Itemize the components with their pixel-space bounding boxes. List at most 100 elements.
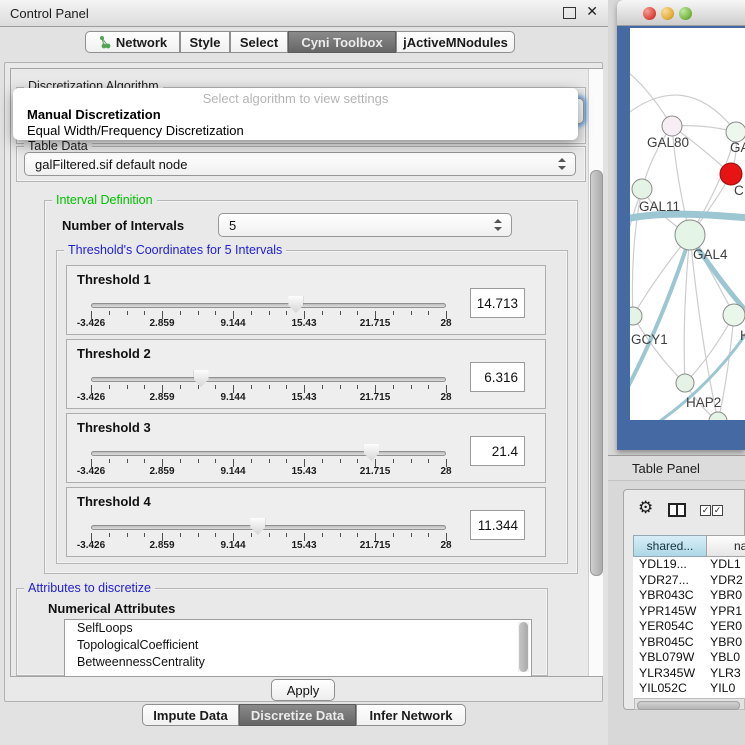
threshold-box-4: Threshold 4-3.4262.8599.14415.4321.71528… bbox=[66, 487, 546, 557]
network-node-h[interactable] bbox=[723, 304, 745, 326]
interval-definition-label: Interval Definition bbox=[52, 193, 157, 207]
tab-network[interactable]: Network bbox=[85, 31, 180, 53]
table-row[interactable]: YDR27... YDR2 bbox=[633, 573, 745, 589]
threshold-value-field[interactable]: 14.713 bbox=[470, 288, 525, 318]
table-header-shared-name[interactable]: shared... bbox=[633, 535, 707, 557]
scrollbar-thumb[interactable] bbox=[637, 701, 740, 710]
tick-mark bbox=[322, 311, 323, 315]
network-node-ga[interactable] bbox=[726, 122, 745, 142]
checkbox-icon[interactable]: ✓ bbox=[712, 505, 723, 516]
horizontal-scrollbar[interactable] bbox=[634, 698, 745, 710]
tick-mark bbox=[393, 311, 394, 315]
cell-name: YDL1 bbox=[710, 557, 741, 573]
table-row[interactable]: YBR043CYBR0 bbox=[633, 588, 745, 604]
cell-name: YPR1 bbox=[710, 604, 742, 620]
network-node-gal4[interactable] bbox=[675, 220, 705, 250]
tick-mark bbox=[215, 311, 216, 315]
slider-thumb[interactable] bbox=[288, 296, 303, 313]
numerical-attributes-list[interactable]: SelfLoopsTopologicalCoefficientBetweenne… bbox=[64, 619, 532, 677]
scrollbar-thumb[interactable] bbox=[519, 622, 528, 672]
network-canvas[interactable]: GAL80GACGAL11GAL4GCY1HHAP2 bbox=[630, 28, 745, 420]
tab-infer-network[interactable]: Infer Network bbox=[356, 704, 466, 726]
slider-track[interactable] bbox=[91, 303, 446, 308]
table-row[interactable]: YBL079WYBL0 bbox=[633, 650, 745, 666]
tab-style[interactable]: Style bbox=[180, 31, 230, 53]
zoom-traffic-light-icon[interactable] bbox=[679, 7, 692, 20]
table-data-value: galFiltered.sif default node bbox=[25, 157, 187, 172]
tab-label: Cyni Toolbox bbox=[301, 35, 382, 50]
tab-select[interactable]: Select bbox=[230, 31, 288, 53]
close-icon[interactable]: ✕ bbox=[586, 5, 598, 17]
network-window-titlebar[interactable] bbox=[617, 0, 745, 26]
node-table-body[interactable]: YDL19...YDL1YDR27... YDR2YBR043CYBR0YPR14… bbox=[633, 557, 745, 698]
network-node-gal80[interactable] bbox=[662, 116, 682, 136]
slider-track[interactable] bbox=[91, 377, 446, 382]
gear-icon[interactable]: ⚙ bbox=[638, 499, 653, 516]
vertical-scrollbar[interactable] bbox=[588, 69, 603, 676]
slider-thumb[interactable] bbox=[194, 370, 209, 387]
tick-mark bbox=[357, 311, 358, 315]
network-node-unlabeled[interactable] bbox=[709, 412, 727, 420]
network-node-hap2[interactable] bbox=[676, 374, 694, 392]
list-item[interactable]: BetweennessCentrality bbox=[65, 654, 531, 671]
network-edge[interactable] bbox=[633, 316, 685, 383]
slider-track[interactable] bbox=[91, 451, 446, 456]
tab-label: Select bbox=[240, 35, 278, 50]
split-columns-icon[interactable] bbox=[668, 503, 686, 517]
tab-label: Discretize Data bbox=[251, 708, 344, 723]
network-edge[interactable] bbox=[630, 95, 736, 132]
threshold-value-field[interactable]: 21.4 bbox=[470, 436, 525, 466]
table-row[interactable]: YLR345WYLR3 bbox=[633, 666, 745, 682]
number-of-intervals-combobox[interactable]: 5 bbox=[218, 213, 512, 237]
network-node-gal11[interactable] bbox=[632, 179, 652, 199]
table-row[interactable]: YPR145WYPR1 bbox=[633, 604, 745, 620]
tick-mark bbox=[286, 533, 287, 537]
slider-thumb[interactable] bbox=[364, 444, 379, 461]
table-header-name[interactable]: na bbox=[706, 535, 745, 557]
float-window-icon[interactable] bbox=[563, 7, 576, 19]
checkbox-icon[interactable]: ✓ bbox=[700, 505, 711, 516]
tick-mark bbox=[198, 385, 199, 389]
apply-button[interactable]: Apply bbox=[271, 679, 335, 701]
tick-mark bbox=[269, 459, 270, 463]
top-tab-bar: NetworkStyle Select Cyni Toolbox jActiveMNo… bbox=[0, 31, 608, 55]
cell-shared-name: YBL079W bbox=[639, 650, 694, 666]
close-traffic-light-icon[interactable] bbox=[643, 7, 656, 20]
network-edge-thick[interactable] bbox=[630, 214, 745, 220]
threshold-value-field[interactable]: 6.316 bbox=[470, 362, 525, 392]
table-row[interactable]: YIL052CYIL0 bbox=[633, 681, 745, 697]
popup-item-equal-width-frequency[interactable]: Equal Width/Frequency Discretization bbox=[16, 123, 575, 139]
slider-thumb[interactable] bbox=[250, 518, 265, 535]
popup-item-manual-discretization[interactable]: Manual Discretization bbox=[16, 107, 575, 123]
tick-label: 2.859 bbox=[149, 540, 174, 551]
tab-jactivemnodules[interactable]: jActiveMNodules bbox=[396, 31, 515, 53]
scrollbar-thumb[interactable] bbox=[590, 170, 603, 576]
network-node-gcy1[interactable] bbox=[630, 307, 642, 325]
tick-mark bbox=[322, 533, 323, 537]
table-data-combobox[interactable]: galFiltered.sif default node bbox=[24, 152, 576, 176]
threshold-label: Threshold 3 bbox=[77, 420, 151, 435]
column-header-label: shared... bbox=[647, 539, 694, 553]
tick-mark bbox=[286, 459, 287, 463]
cell-name: YDR2 bbox=[710, 573, 743, 589]
table-row[interactable]: YDL19...YDL1 bbox=[633, 557, 745, 573]
slider-track[interactable] bbox=[91, 525, 446, 530]
cell-name: YBR0 bbox=[710, 588, 742, 604]
tick-mark bbox=[109, 385, 110, 389]
tab-impute-data[interactable]: Impute Data bbox=[142, 704, 239, 726]
minimize-traffic-light-icon[interactable] bbox=[661, 7, 674, 20]
network-node-c[interactable] bbox=[720, 163, 742, 185]
tab-discretize-data[interactable]: Discretize Data bbox=[239, 704, 356, 726]
cell-shared-name: YDR27... bbox=[639, 573, 689, 589]
thresholds-group-label: Threshold's Coordinates for 5 Intervals bbox=[64, 243, 286, 257]
threshold-value-field[interactable]: 11.344 bbox=[470, 510, 525, 540]
list-item[interactable]: TopologicalCoefficient bbox=[65, 637, 531, 654]
cell-name: YBR0 bbox=[710, 635, 742, 651]
table-row[interactable]: YBR045CYBR0 bbox=[633, 635, 745, 651]
list-item[interactable]: SelfLoops bbox=[65, 620, 531, 637]
network-node-label: GCY1 bbox=[631, 332, 668, 347]
network-edge[interactable] bbox=[630, 68, 672, 126]
attributes-list-scrollbar[interactable] bbox=[518, 622, 529, 672]
table-row[interactable]: YER054CYER0 bbox=[633, 619, 745, 635]
tab-cyni-toolbox[interactable]: Cyni Toolbox bbox=[288, 31, 396, 53]
